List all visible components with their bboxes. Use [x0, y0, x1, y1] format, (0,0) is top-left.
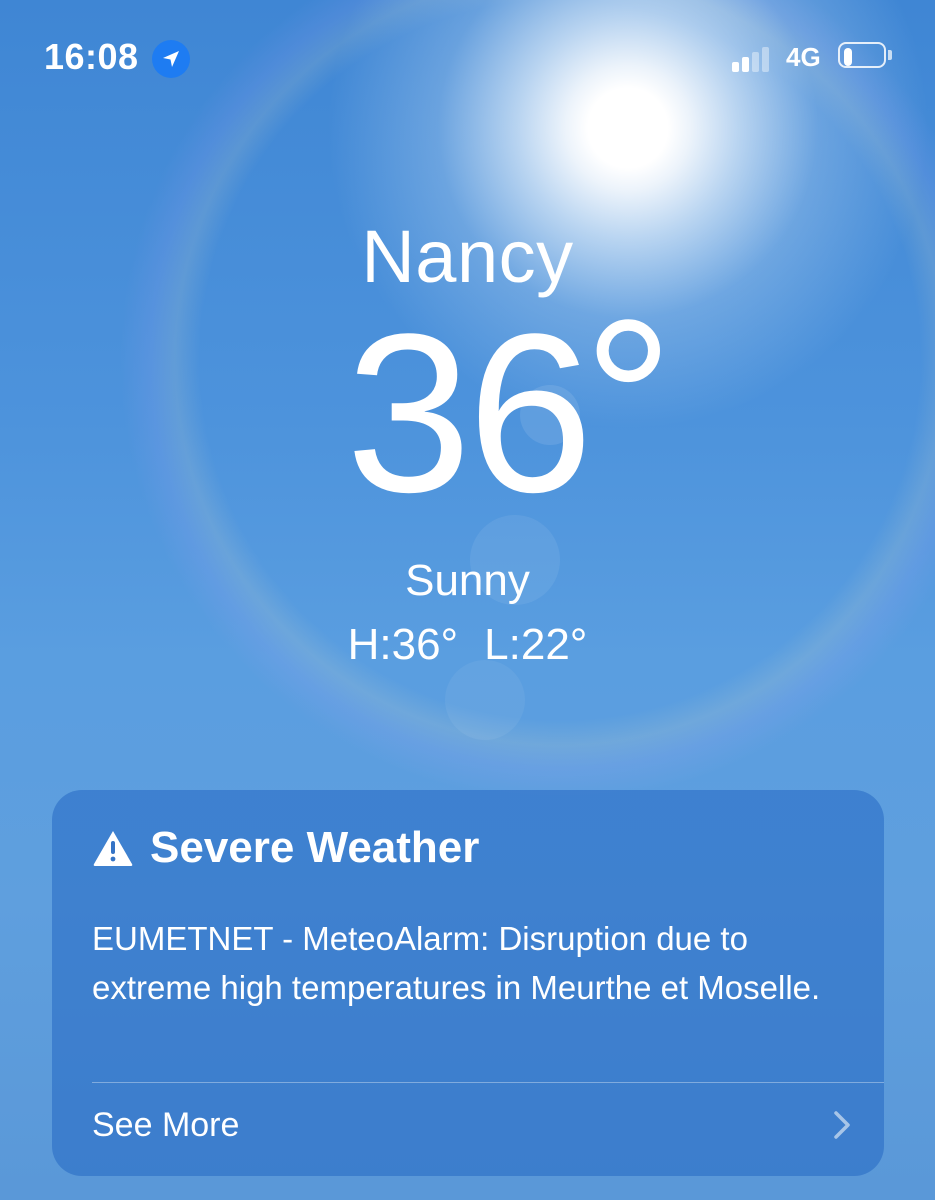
signal-bar	[752, 52, 759, 72]
alert-header: Severe Weather	[92, 818, 479, 878]
signal-bar	[742, 57, 749, 72]
degree-symbol: °	[583, 272, 673, 525]
current-temperature: 36 °	[0, 286, 935, 526]
chevron-right-icon	[834, 1111, 850, 1139]
high-temperature: H:36°	[347, 620, 459, 669]
status-bar: 16:08 4G	[0, 0, 935, 110]
battery-cap	[888, 50, 892, 60]
low-temperature: L:22°	[484, 620, 588, 669]
location-arrow-icon	[152, 40, 190, 78]
signal-bar	[762, 47, 769, 72]
alert-message: EUMETNET - MeteoAlarm: Disruption due to…	[92, 920, 821, 1006]
status-time: 16:08	[44, 36, 139, 77]
battery-fill	[844, 48, 852, 66]
high-low-temperatures: H:36° L:22°	[0, 620, 935, 670]
see-more-button[interactable]: See More	[92, 1090, 852, 1160]
network-type: 4G	[786, 42, 821, 72]
severe-weather-alert-card[interactable]: Severe Weather EUMETNET - MeteoAlarm: Di…	[52, 790, 884, 1176]
divider	[92, 1082, 884, 1083]
warning-triangle-icon	[93, 831, 133, 866]
weather-condition: Sunny	[405, 556, 530, 605]
temperature-value: 36 °	[345, 272, 674, 539]
see-more-label: See More	[92, 1105, 240, 1144]
cellular-signal-icon	[732, 46, 776, 72]
battery-icon	[838, 42, 892, 72]
signal-bar	[732, 62, 739, 72]
lens-flare	[445, 660, 525, 740]
battery-body	[838, 42, 886, 68]
alert-title: Severe Weather	[150, 823, 480, 872]
